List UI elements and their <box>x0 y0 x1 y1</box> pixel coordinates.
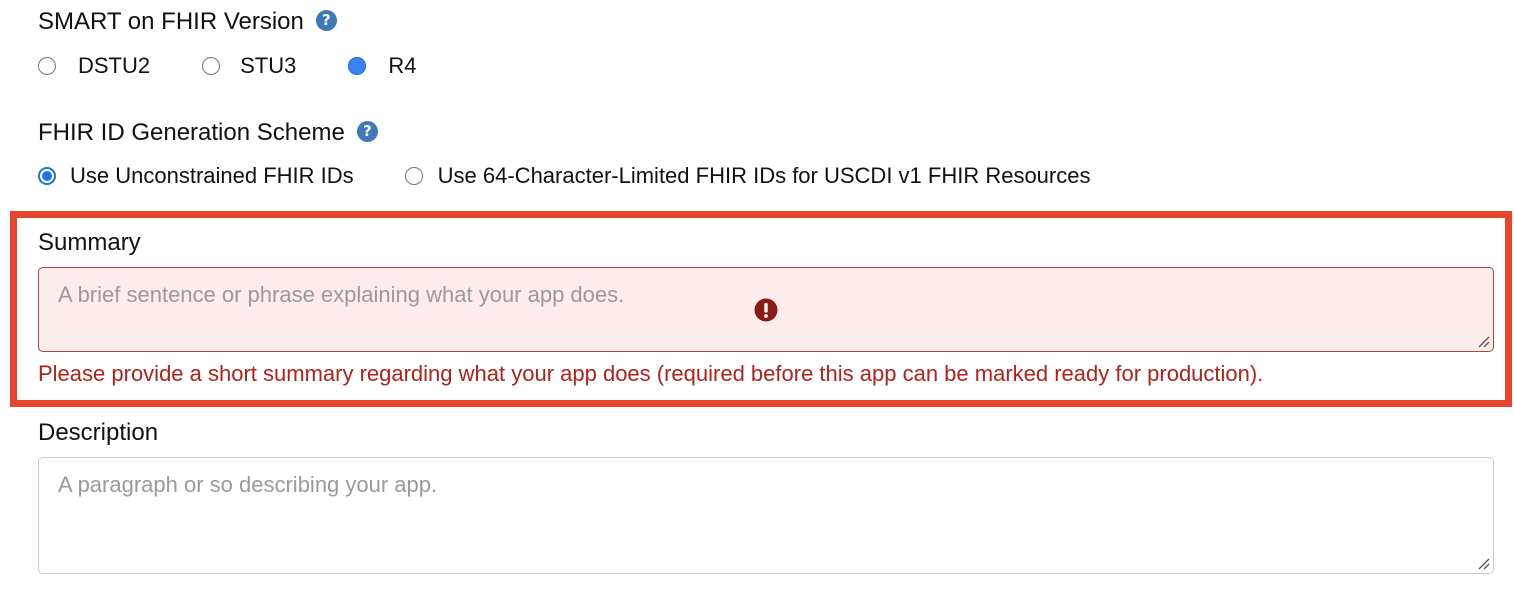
summary-placeholder: A brief sentence or phrase explaining wh… <box>58 282 625 307</box>
summary-label: Summary <box>38 229 141 256</box>
radio-dstu2[interactable]: DSTU2 <box>38 53 150 79</box>
radio-label: STU3 <box>240 53 297 78</box>
description-textarea[interactable]: A paragraph or so describing your app. <box>38 457 1494 574</box>
radio-button[interactable] <box>404 167 423 185</box>
smart-version-label: SMART on FHIR Version <box>38 8 304 35</box>
radio-label: Use 64-Character-Limited FHIR IDs for US… <box>437 163 1091 188</box>
fhir-id-scheme-label-row: FHIR ID Generation Scheme? <box>38 119 378 147</box>
summary-error-message: Please provide a short summary regarding… <box>38 361 1264 386</box>
exclamation-circle-icon <box>754 298 778 322</box>
description-placeholder: A paragraph or so describing your app. <box>58 472 438 497</box>
radio-button[interactable] <box>38 57 56 75</box>
resize-grip-icon[interactable] <box>1476 334 1490 348</box>
radio-64-char-ids[interactable]: Use 64-Character-Limited FHIR IDs for US… <box>404 163 1091 189</box>
question-circle-icon[interactable]: ? <box>315 10 337 32</box>
radio-button-selected[interactable] <box>348 57 367 75</box>
fhir-id-scheme-radio-group: Use Unconstrained FHIR IDs Use 64-Charac… <box>38 163 1090 189</box>
radio-button[interactable] <box>202 57 221 75</box>
description-label: Description <box>38 419 159 446</box>
radio-unconstrained-ids[interactable]: Use Unconstrained FHIR IDs <box>38 163 354 189</box>
question-circle-icon[interactable]: ? <box>356 121 378 143</box>
app-settings-form: SMART on FHIR Version? DSTU2 STU3 R4 FHI… <box>0 0 1514 598</box>
radio-label: DSTU2 <box>78 53 151 78</box>
radio-label: Use Unconstrained FHIR IDs <box>70 163 354 188</box>
radio-button-selected[interactable] <box>38 167 56 185</box>
smart-version-label-row: SMART on FHIR Version? <box>38 8 337 36</box>
radio-stu3[interactable]: STU3 <box>202 53 296 79</box>
smart-version-radio-group: DSTU2 STU3 R4 <box>38 53 417 79</box>
radio-r4[interactable]: R4 <box>348 53 417 79</box>
radio-label: R4 <box>388 53 417 78</box>
fhir-id-scheme-label: FHIR ID Generation Scheme <box>38 119 345 146</box>
resize-grip-icon[interactable] <box>1476 556 1490 570</box>
